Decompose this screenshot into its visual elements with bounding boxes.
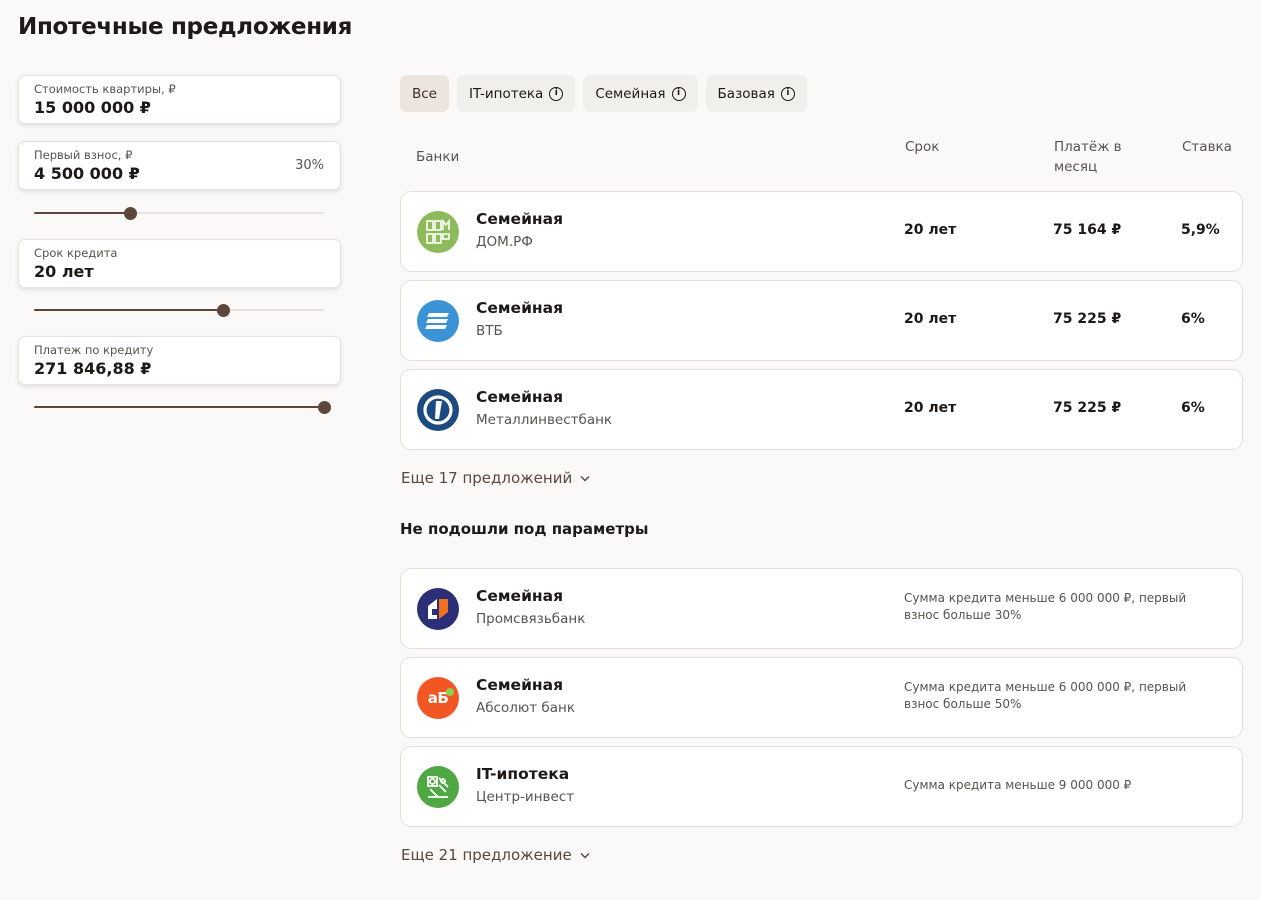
slider-thumb[interactable]: [318, 401, 331, 414]
unfit-offer-card[interactable]: IT-ипотека Центр-инвест Сумма кредита ме…: [400, 746, 1243, 827]
slider-fill: [34, 212, 130, 214]
show-more-offers-button[interactable]: Еще 17 предложений: [401, 469, 590, 487]
offer-card[interactable]: Семейная Металлинвестбанк 20 лет 75 225 …: [400, 369, 1243, 450]
chevron-down-icon: [580, 475, 590, 482]
loan-payment-label: Платеж по кредиту: [34, 343, 154, 357]
unfit-reason: Сумма кредита меньше 9 000 000 ₽: [904, 778, 1132, 792]
offer-rate: 6%: [1181, 311, 1205, 327]
loan-payment-slider[interactable]: [34, 400, 331, 414]
offer-card[interactable]: Семейная ДОМ.РФ 20 лет 75 164 ₽ 5,9%: [400, 191, 1243, 272]
down-payment-label: Первый взнос, ₽: [34, 148, 133, 162]
price-value[interactable]: 15 000 000 ₽: [34, 97, 325, 119]
offer-term: 20 лет: [904, 222, 957, 238]
loan-term-slider[interactable]: [34, 303, 324, 317]
offer-bank: Центр-инвест: [476, 789, 575, 805]
down-payment-value[interactable]: 4 500 000 ₽: [34, 163, 325, 185]
offer-rate: 5,9%: [1181, 222, 1220, 238]
offer-term: 20 лет: [904, 400, 957, 416]
offer-payment: 75 225 ₽: [1053, 311, 1122, 327]
slider-fill: [34, 406, 324, 408]
unfit-reason: Сумма кредита меньше 6 000 000 ₽, первый…: [904, 680, 1187, 711]
filter-all[interactable]: Все: [400, 75, 449, 112]
down-payment-field[interactable]: Первый взнос, ₽ 4 500 000 ₽ 30%: [18, 141, 341, 190]
chevron-down-icon: [580, 852, 590, 859]
offer-bank: Металлинвестбанк: [476, 412, 613, 428]
offer-bank: Промсвязьбанк: [476, 611, 586, 627]
offer-card[interactable]: Семейная ВТБ 20 лет 75 225 ₽ 6%: [400, 280, 1243, 361]
offer-product: Семейная: [476, 587, 564, 605]
offer-bank: Абсолют банк: [476, 700, 575, 716]
show-more-unfit-button[interactable]: Еще 21 предложение: [401, 846, 590, 864]
unfit-offer-card[interactable]: аБ Семейная Абсолют банк Сумма кредита м…: [400, 657, 1243, 738]
offer-bank: ДОМ.РФ: [476, 234, 533, 250]
header-banks: Банки: [416, 149, 460, 165]
show-more-label: Еще 17 предложений: [401, 469, 573, 487]
slider-thumb[interactable]: [123, 207, 137, 220]
filter-label: IT-ипотека: [469, 85, 544, 102]
info-icon[interactable]: i: [780, 86, 795, 101]
offer-product: Семейная: [476, 676, 564, 694]
price-field[interactable]: Стоимость квартиры, ₽ 15 000 000 ₽: [18, 75, 341, 124]
vtb-logo-icon: [417, 300, 459, 342]
price-label: Стоимость квартиры, ₽: [34, 82, 176, 96]
filter-label: Все: [412, 85, 437, 102]
offer-bank: ВТБ: [476, 323, 503, 339]
metallinvestbank-logo-icon: [417, 389, 459, 431]
loan-term-field[interactable]: Срок кредита 20 лет: [18, 239, 341, 288]
info-icon[interactable]: i: [671, 86, 686, 101]
filter-basic[interactable]: Базовая i: [705, 75, 807, 112]
header-term: Срок: [905, 139, 940, 155]
offer-payment: 75 164 ₽: [1053, 222, 1122, 238]
filter-it-mortgage[interactable]: IT-ипотека i: [457, 75, 576, 112]
offer-product: Семейная: [476, 388, 564, 406]
unfit-offer-card[interactable]: Семейная Промсвязьбанк Сумма кредита мен…: [400, 568, 1243, 649]
filter-family[interactable]: Семейная i: [583, 75, 698, 112]
page-title: Ипотечные предложения: [18, 14, 353, 40]
offer-term: 20 лет: [904, 311, 957, 327]
header-payment: Платёж в месяц: [1054, 139, 1122, 175]
unfit-section-title: Не подошли под параметры: [400, 520, 649, 538]
absolut-logo-icon: аБ: [417, 677, 459, 719]
down-payment-slider[interactable]: [34, 206, 324, 220]
filter-chips: Все IT-ипотека i Семейная i Базовая i: [400, 75, 807, 112]
slider-thumb[interactable]: [216, 304, 230, 317]
offer-product: IT-ипотека: [476, 765, 570, 783]
show-more-label: Еще 21 предложение: [401, 846, 572, 864]
centrinvest-logo-icon: [417, 766, 459, 808]
psb-logo-icon: [417, 588, 459, 630]
offer-rate: 6%: [1181, 400, 1205, 416]
info-icon[interactable]: i: [549, 86, 564, 101]
loan-payment-value[interactable]: 271 846,88 ₽: [34, 358, 325, 380]
loan-term-value[interactable]: 20 лет: [34, 261, 325, 283]
unfit-reason: Сумма кредита меньше 6 000 000 ₽, первый…: [904, 591, 1187, 622]
offer-product: Семейная: [476, 299, 564, 317]
loan-term-label: Срок кредита: [34, 246, 118, 260]
offer-payment: 75 225 ₽: [1053, 400, 1122, 416]
offer-product: Семейная: [476, 210, 564, 228]
down-payment-percent: 30%: [295, 158, 324, 173]
domrf-logo-icon: [417, 211, 459, 253]
loan-payment-field[interactable]: Платеж по кредиту 271 846,88 ₽: [18, 336, 341, 385]
filter-label: Базовая: [717, 85, 775, 102]
absolut-logo-dot: [446, 688, 454, 696]
slider-fill: [34, 309, 223, 311]
header-rate: Ставка: [1182, 139, 1232, 155]
filter-label: Семейная: [595, 85, 666, 102]
